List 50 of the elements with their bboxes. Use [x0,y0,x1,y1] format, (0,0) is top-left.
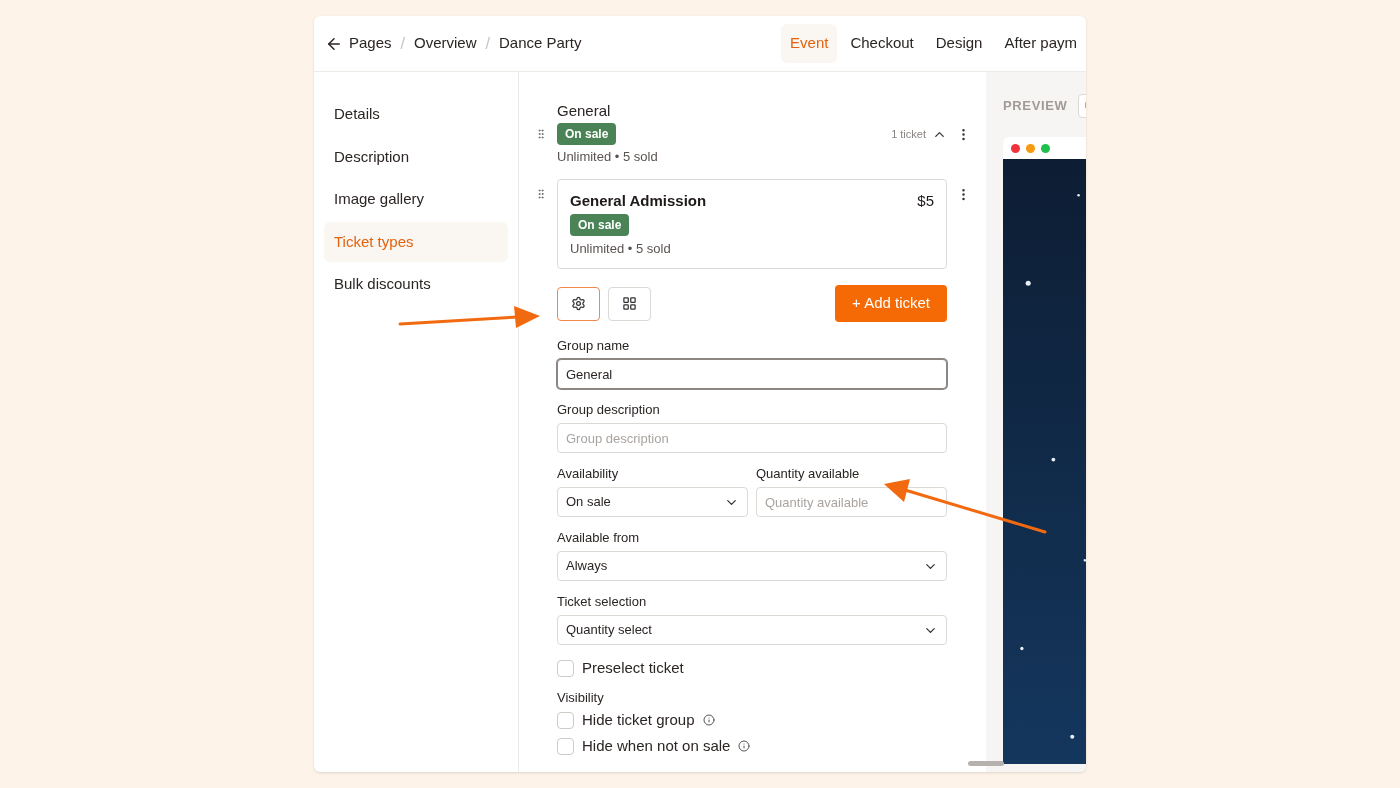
checkbox-label: Hide ticket group [582,711,695,729]
sidebar-item[interactable]: Details [324,94,508,135]
select-field[interactable]: Quantity select [557,615,947,645]
ticket-summary: Unlimited • 5 sold [570,240,672,258]
tab[interactable]: Checkout [841,24,923,63]
ticket-price: $5 [917,192,934,210]
preview-label: PREVIEW [1003,97,1068,116]
checkbox[interactable] [557,711,574,729]
ticket-count: 1 ticket [891,127,926,142]
checkbox-label: Hide when not on sale [582,737,731,755]
tab[interactable]: After paym [995,24,1086,63]
breadcrumb-link[interactable]: Dance Party [498,32,582,55]
input-field[interactable]: Group description [557,423,947,453]
field-label: Group description [557,403,661,417]
breadcrumb-link[interactable]: Pages [349,32,392,55]
settings-button[interactable] [557,286,600,321]
checkbox-label: Preselect ticket [582,659,684,677]
sidebar-item[interactable]: Bulk discounts [324,264,508,305]
tab[interactable]: Design [926,24,992,63]
breadcrumb-separator: / [485,33,490,54]
field-label: Ticket selection [557,595,648,609]
scrollbar-thumb[interactable] [968,761,1004,766]
checkbox[interactable] [557,659,574,677]
select-field[interactable]: Always [557,551,947,581]
section-label: Visibility [557,691,605,705]
drag-handle-icon[interactable] [535,128,547,140]
info-icon[interactable] [702,714,715,726]
ticket-card[interactable]: General Admission $5 On sale Unlimited • 5 sold [557,179,947,269]
status-badge: On sale [570,214,630,236]
breadcrumb-link[interactable]: Overview [414,32,477,55]
breadcrumb-separator: / [400,33,405,54]
sidebar-item[interactable]: Image gallery [324,179,508,220]
status-badge: On sale [557,123,617,145]
field-label: Quantity available [756,467,861,481]
settings-icon [571,296,586,311]
checkbox[interactable] [557,737,574,755]
field-label: Availability [557,467,620,481]
grid-view-button[interactable] [608,286,651,321]
group-title: General [557,102,612,120]
grid-icon [622,296,637,311]
sidebar-item[interactable]: Description [324,136,508,177]
input-field[interactable]: Quantity available [756,487,947,517]
select-field[interactable]: On sale [557,487,748,517]
field-label: Available from [557,531,641,545]
drag-handle-icon[interactable] [535,188,547,200]
info-icon[interactable] [738,740,751,752]
ticket-name: General Admission [570,192,707,210]
field-label: Group name [557,339,631,353]
input-field[interactable]: General [557,359,947,389]
group-summary: Unlimited • 5 sold [557,148,659,166]
